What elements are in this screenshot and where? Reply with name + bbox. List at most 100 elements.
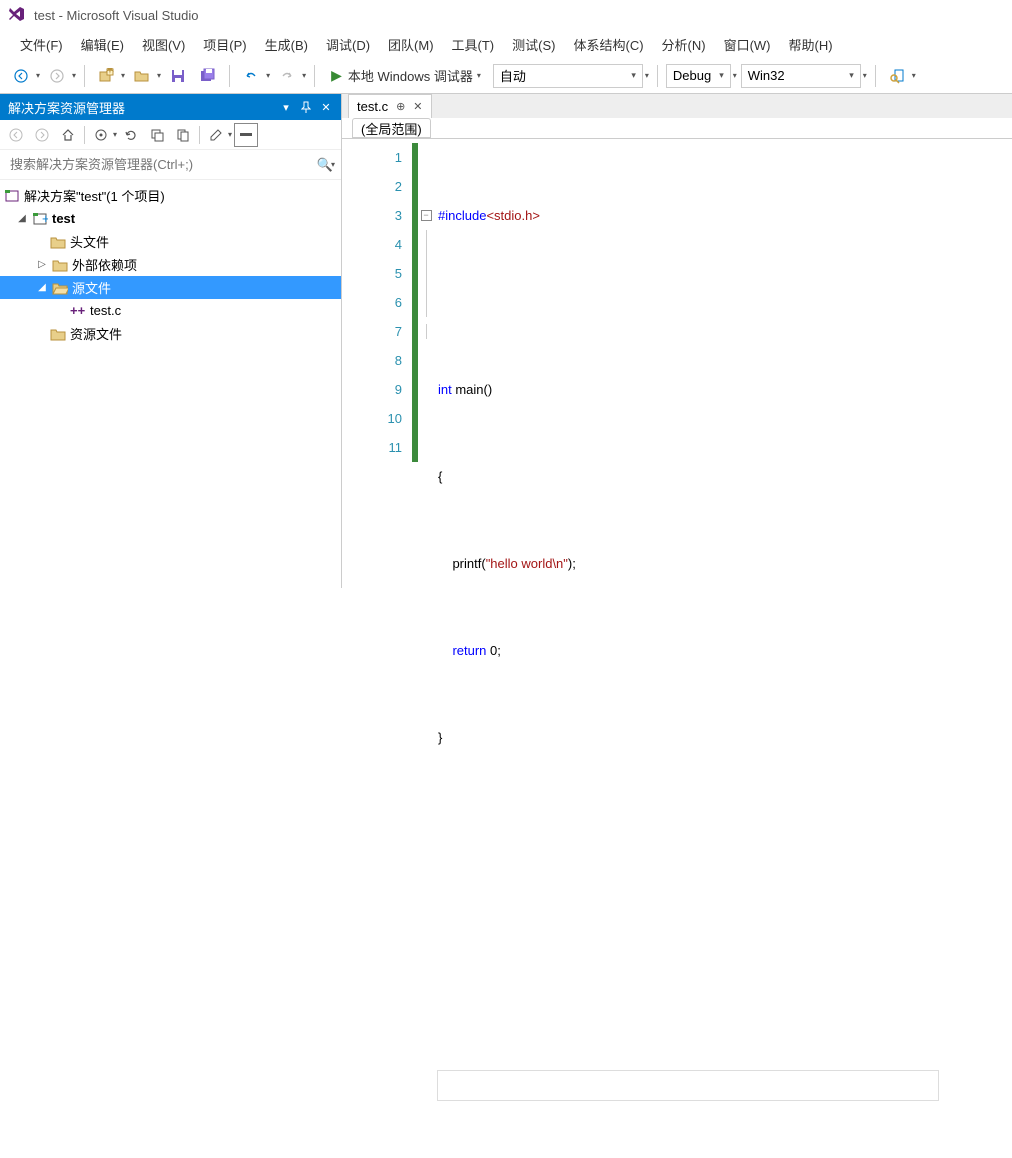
panel-title: 解决方案资源管理器 [8,98,125,117]
svg-text:+: + [42,211,48,226]
pin-icon[interactable] [299,100,313,114]
menu-view[interactable]: 视图(V) [134,31,193,58]
dropdown-arrow-icon[interactable]: ▾ [228,130,232,139]
menu-test[interactable]: 测试(S) [504,31,563,58]
code-token: "hello world\n" [486,556,568,571]
forward-button[interactable] [30,123,54,147]
separator [199,126,200,144]
dropdown-arrow-icon[interactable]: ▾ [302,71,306,80]
dropdown-arrow-icon[interactable]: ▾ [266,71,270,80]
menu-architecture[interactable]: 体系结构(C) [565,31,651,58]
code-token: { [438,469,442,484]
home-button[interactable] [56,123,80,147]
svg-text:✶: ✶ [105,68,114,77]
menu-debug[interactable]: 调试(D) [318,31,378,58]
start-debugger-button[interactable]: ▶ 本地 Windows 调试器 ▾ [323,64,489,87]
line-number: 10 [342,404,402,433]
expand-arrow-icon[interactable]: ◢ [16,213,28,224]
close-tab-icon[interactable]: ✕ [413,100,422,113]
dropdown-arrow-icon[interactable]: ▾ [645,71,649,80]
expand-arrow-icon[interactable]: ◢ [36,282,48,293]
tree-project-node[interactable]: ◢ + test [0,207,341,230]
code-token: main() [452,382,492,397]
find-in-files-button[interactable] [884,63,910,89]
dropdown-arrow-icon[interactable]: ▾ [157,71,161,80]
back-button[interactable] [4,123,28,147]
undo-button[interactable] [238,63,264,89]
menu-window[interactable]: 窗口(W) [716,31,779,58]
dropdown-arrow-icon: ▾ [477,71,481,80]
folder-icon [52,257,68,273]
new-project-button[interactable]: ✶ [93,63,119,89]
line-number: 8 [342,346,402,375]
menu-tools[interactable]: 工具(T) [444,31,503,58]
pin-tab-icon[interactable]: ⊕ [396,100,405,113]
save-all-button[interactable] [195,63,221,89]
build-config-combo[interactable]: Debug▾ [666,64,731,88]
code-content[interactable]: #include<stdio.h> int main() { printf("h… [434,139,938,1158]
tree-solution-node[interactable]: 解决方案"test"(1 个项目) [0,184,341,207]
tree-headers-folder[interactable]: 头文件 [0,230,341,253]
expand-arrow-icon[interactable]: ▷ [36,259,48,270]
menu-analyze[interactable]: 分析(N) [654,31,714,58]
fold-column: − [418,139,434,1158]
dropdown-arrow-icon[interactable]: ▾ [733,71,737,80]
preview-button[interactable] [234,123,258,147]
tree-label: 解决方案"test"(1 个项目) [24,186,165,205]
vs-logo-icon [8,6,26,24]
scope-combo[interactable]: (全局范围) [352,118,431,138]
dropdown-arrow-icon[interactable]: ▾ [113,130,117,139]
separator [229,65,230,87]
title-bar: test - Microsoft Visual Studio [0,0,1012,30]
menu-project[interactable]: 项目(P) [195,31,254,58]
nav-back-button[interactable] [8,63,34,89]
show-all-files-button[interactable] [171,123,195,147]
panel-menu-button[interactable]: ▾ [279,100,293,114]
solution-explorer-panel: 解决方案资源管理器 ▾ ✕ ▾ ▾ 🔍 ▾ [0,94,342,588]
properties-button[interactable] [204,123,228,147]
redo-button[interactable] [274,63,300,89]
tree-external-deps-folder[interactable]: ▷ 外部依赖项 [0,253,341,276]
menu-help[interactable]: 帮助(H) [781,31,841,58]
separator [84,126,85,144]
svg-text:++: ++ [70,303,86,318]
code-area[interactable]: 1234567891011 − #include<stdio.h> int ma… [342,139,1012,1158]
dropdown-arrow-icon[interactable]: ▾ [863,71,867,80]
solution-tree: 解决方案"test"(1 个项目) ◢ + test 头文件 ▷ 外部依赖项 [0,180,341,588]
folder-open-icon [52,280,68,296]
open-file-button[interactable] [129,63,155,89]
fold-toggle-icon[interactable]: − [421,210,432,221]
nav-forward-button[interactable] [44,63,70,89]
scope-bar: (全局范围) [342,118,1012,139]
cursor-line [438,1071,938,1100]
dropdown-arrow-icon[interactable]: ▾ [72,71,76,80]
platform-combo[interactable]: Win32▾ [741,64,861,88]
tree-label: 源文件 [72,278,111,297]
menu-team[interactable]: 团队(M) [380,31,442,58]
solution-config-combo[interactable]: 自动▾ [493,64,643,88]
dropdown-arrow-icon[interactable]: ▾ [36,71,40,80]
combo-value: Win32 [748,68,785,83]
sync-icon[interactable] [89,123,113,147]
menu-file[interactable]: 文件(F) [12,31,71,58]
dropdown-arrow-icon[interactable]: ▾ [121,71,125,80]
tree-sources-folder[interactable]: ◢ 源文件 [0,276,341,299]
menu-build[interactable]: 生成(B) [257,31,316,58]
collapse-all-button[interactable] [145,123,169,147]
tree-source-file[interactable]: ++ test.c [0,299,341,322]
file-tab[interactable]: test.c ⊕ ✕ [348,94,432,118]
line-number-gutter: 1234567891011 [342,139,412,1158]
search-input[interactable] [6,153,317,177]
menu-edit[interactable]: 编辑(E) [73,31,132,58]
tree-resources-folder[interactable]: 资源文件 [0,322,341,345]
close-icon[interactable]: ✕ [319,100,333,114]
dropdown-arrow-icon[interactable]: ▾ [912,71,916,80]
dropdown-arrow-icon[interactable]: ▾ [331,160,335,169]
line-number: 9 [342,375,402,404]
panel-header: 解决方案资源管理器 ▾ ✕ [0,94,341,120]
save-button[interactable] [165,63,191,89]
line-number: 11 [342,433,402,462]
refresh-button[interactable] [119,123,143,147]
tree-label: 外部依赖项 [72,255,137,274]
line-number: 4 [342,230,402,259]
